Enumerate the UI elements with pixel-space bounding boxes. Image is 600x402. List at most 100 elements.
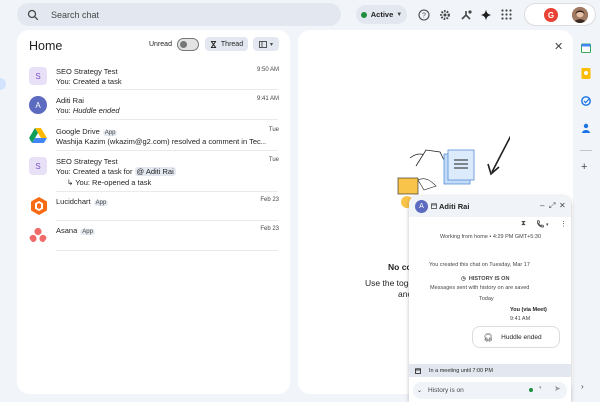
asana-icon <box>29 227 47 243</box>
date-separator: Today <box>479 296 494 302</box>
chevron-down-icon[interactable]: ▾ <box>546 222 549 228</box>
conversation-snippet-2: ↳ You: Re-opened a task <box>67 178 152 187</box>
account-switcher[interactable]: G <box>524 3 596 26</box>
conversation-time: Tue <box>268 157 279 163</box>
google-drive-icon <box>29 128 47 143</box>
conversation-row[interactable]: S SEO Strategy Test You: Created a task … <box>17 156 290 188</box>
conversation-row[interactable]: A Aditi Rai You: Huddle ended 9:41 AM <box>17 95 290 117</box>
divider <box>56 191 278 192</box>
huddle-ended-label: Huddle ended <box>501 333 542 341</box>
chevron-right-icon[interactable]: › <box>581 382 591 392</box>
conversation-name: SEO Strategy Test <box>56 67 118 76</box>
keep-notes-icon[interactable] <box>581 66 591 79</box>
chat-window: A Aditi Rai – ⤢ ✕ ⧗ ▾ ⋮ Working from hom… <box>409 196 571 402</box>
chat-header[interactable]: A Aditi Rai – ⤢ ✕ <box>409 196 571 217</box>
conversation-row[interactable]: S SEO Strategy Test You: Created a task … <box>17 66 290 88</box>
empty-state-line-1: Use the togg <box>365 278 414 288</box>
conversation-time: 9:50 AM <box>256 67 279 73</box>
meeting-status-bar: In a meeting until 7:00 PM <box>409 364 571 377</box>
chevron-down-icon[interactable]: ▾ <box>539 385 542 391</box>
chat-contact-name: Aditi Rai <box>439 202 470 211</box>
chevron-down-icon: ▾ <box>269 41 273 48</box>
page-title: Home <box>29 39 63 53</box>
add-icon[interactable]: + <box>581 162 591 173</box>
conversation-row[interactable]: Lucidchart App Feb 23 <box>17 196 290 218</box>
conversation-row[interactable]: Asana App Feb 23 <box>17 225 290 247</box>
status-dropdown[interactable]: Active ▼ <box>356 5 407 24</box>
thread-label: Thread <box>220 40 244 48</box>
divider <box>56 250 278 251</box>
settings-gear-icon[interactable] <box>438 8 451 21</box>
app-tag: App <box>80 229 95 235</box>
user-avatar[interactable] <box>572 7 588 23</box>
home-panel: Home Unread Thread ▾ S SEO Strategy Test… <box>17 30 290 394</box>
svg-text:?: ? <box>422 12 426 19</box>
history-saved-note: Messages sent with history on are saved <box>430 285 530 291</box>
history-icon: ◷ <box>461 276 466 282</box>
conversation-name: Asana App <box>56 226 95 235</box>
calendar-icon[interactable] <box>581 40 591 53</box>
g2-logo-icon: G <box>544 8 558 22</box>
conversation-time: 9:41 AM <box>256 96 279 102</box>
meeting-status-text: In a meeting until 7:00 PM <box>429 367 493 374</box>
conversation-snippet: You: Huddle ended <box>56 106 120 115</box>
status-label: Active <box>370 10 394 19</box>
mention-chip: @ Aditi Rai <box>134 167 176 176</box>
close-icon[interactable]: ✕ <box>554 40 563 53</box>
conversation-time: Tue <box>268 127 279 133</box>
conversation-name: Google Drive App <box>56 127 118 136</box>
thread-filter-button[interactable]: Thread <box>205 37 248 51</box>
headphones-icon: 🎧︎ <box>483 332 494 342</box>
conversation-name: Aditi Rai <box>56 96 84 105</box>
more-vert-icon[interactable]: ⋮ <box>560 220 567 228</box>
divider <box>56 220 278 221</box>
search-placeholder: Search chat <box>51 9 100 20</box>
minimize-icon[interactable]: – <box>540 201 544 210</box>
close-icon[interactable]: ✕ <box>559 201 566 210</box>
chat-created-line: You created this chat on Tuesday, Mar 17 <box>429 262 530 268</box>
hourglass-icon[interactable]: ⧗ <box>521 220 526 228</box>
conversation-row[interactable]: Google Drive App Washija Kazim (wkazim@g2… <box>17 126 290 148</box>
apps-integrations-icon[interactable] <box>459 8 472 21</box>
divider <box>56 150 278 151</box>
message-sender: You (via Meet) <box>510 307 547 313</box>
help-icon[interactable]: ? <box>417 8 430 21</box>
rail-indicator <box>0 78 6 90</box>
pop-out-icon[interactable]: ⤢ <box>549 201 555 211</box>
chevron-down-icon: ▼ <box>396 11 403 18</box>
rail-divider <box>580 150 592 151</box>
divider <box>56 119 278 120</box>
conversation-time: Feb 23 <box>260 197 279 203</box>
message-time: 9:41 AM <box>510 316 531 322</box>
toggle-knob <box>180 41 187 48</box>
contact-status-line: Working from home • 4:29 PM GMT+5:30 <box>440 234 542 240</box>
conversation-name: SEO Strategy Test <box>56 157 118 166</box>
conversation-snippet: You: Created a task <box>56 77 122 86</box>
divider <box>56 89 278 90</box>
contacts-icon[interactable] <box>581 120 591 133</box>
history-status: ◷ HISTORY IS ON <box>461 276 510 282</box>
user-avatar: A <box>29 96 47 114</box>
chevron-down-icon[interactable]: ⌄ <box>417 387 422 394</box>
tasks-icon[interactable] <box>581 93 591 106</box>
calendar-status-icon <box>431 203 437 209</box>
conversation-time: Feb 23 <box>260 226 279 232</box>
compose-placeholder: History is on <box>428 387 464 394</box>
unread-toggle[interactable] <box>177 38 199 51</box>
message-compose-box[interactable]: ⌄ History is on ▾ ➤ <box>413 382 567 399</box>
top-bar: Search chat Active ▼ ? G <box>0 0 600 30</box>
view-options-button[interactable]: ▾ <box>253 37 279 51</box>
app-tag: App <box>93 200 109 206</box>
conversation-snippet: You: Created a task for @ Aditi Rai <box>56 167 176 176</box>
phone-icon[interactable] <box>536 220 544 230</box>
send-icon[interactable]: ➤ <box>554 384 561 393</box>
gemini-sparkle-icon[interactable] <box>479 8 492 21</box>
conversation-snippet: Washija Kazim (wkazim@g2.com) resolved a… <box>56 137 266 146</box>
calendar-icon <box>415 367 421 374</box>
lucidchart-icon <box>31 197 47 215</box>
search-icon <box>27 9 39 20</box>
space-avatar: S <box>29 67 47 85</box>
apps-grid-icon[interactable] <box>500 8 513 21</box>
search-bar[interactable]: Search chat <box>17 3 341 26</box>
huddle-ended-card: 🎧︎ Huddle ended <box>472 326 560 348</box>
